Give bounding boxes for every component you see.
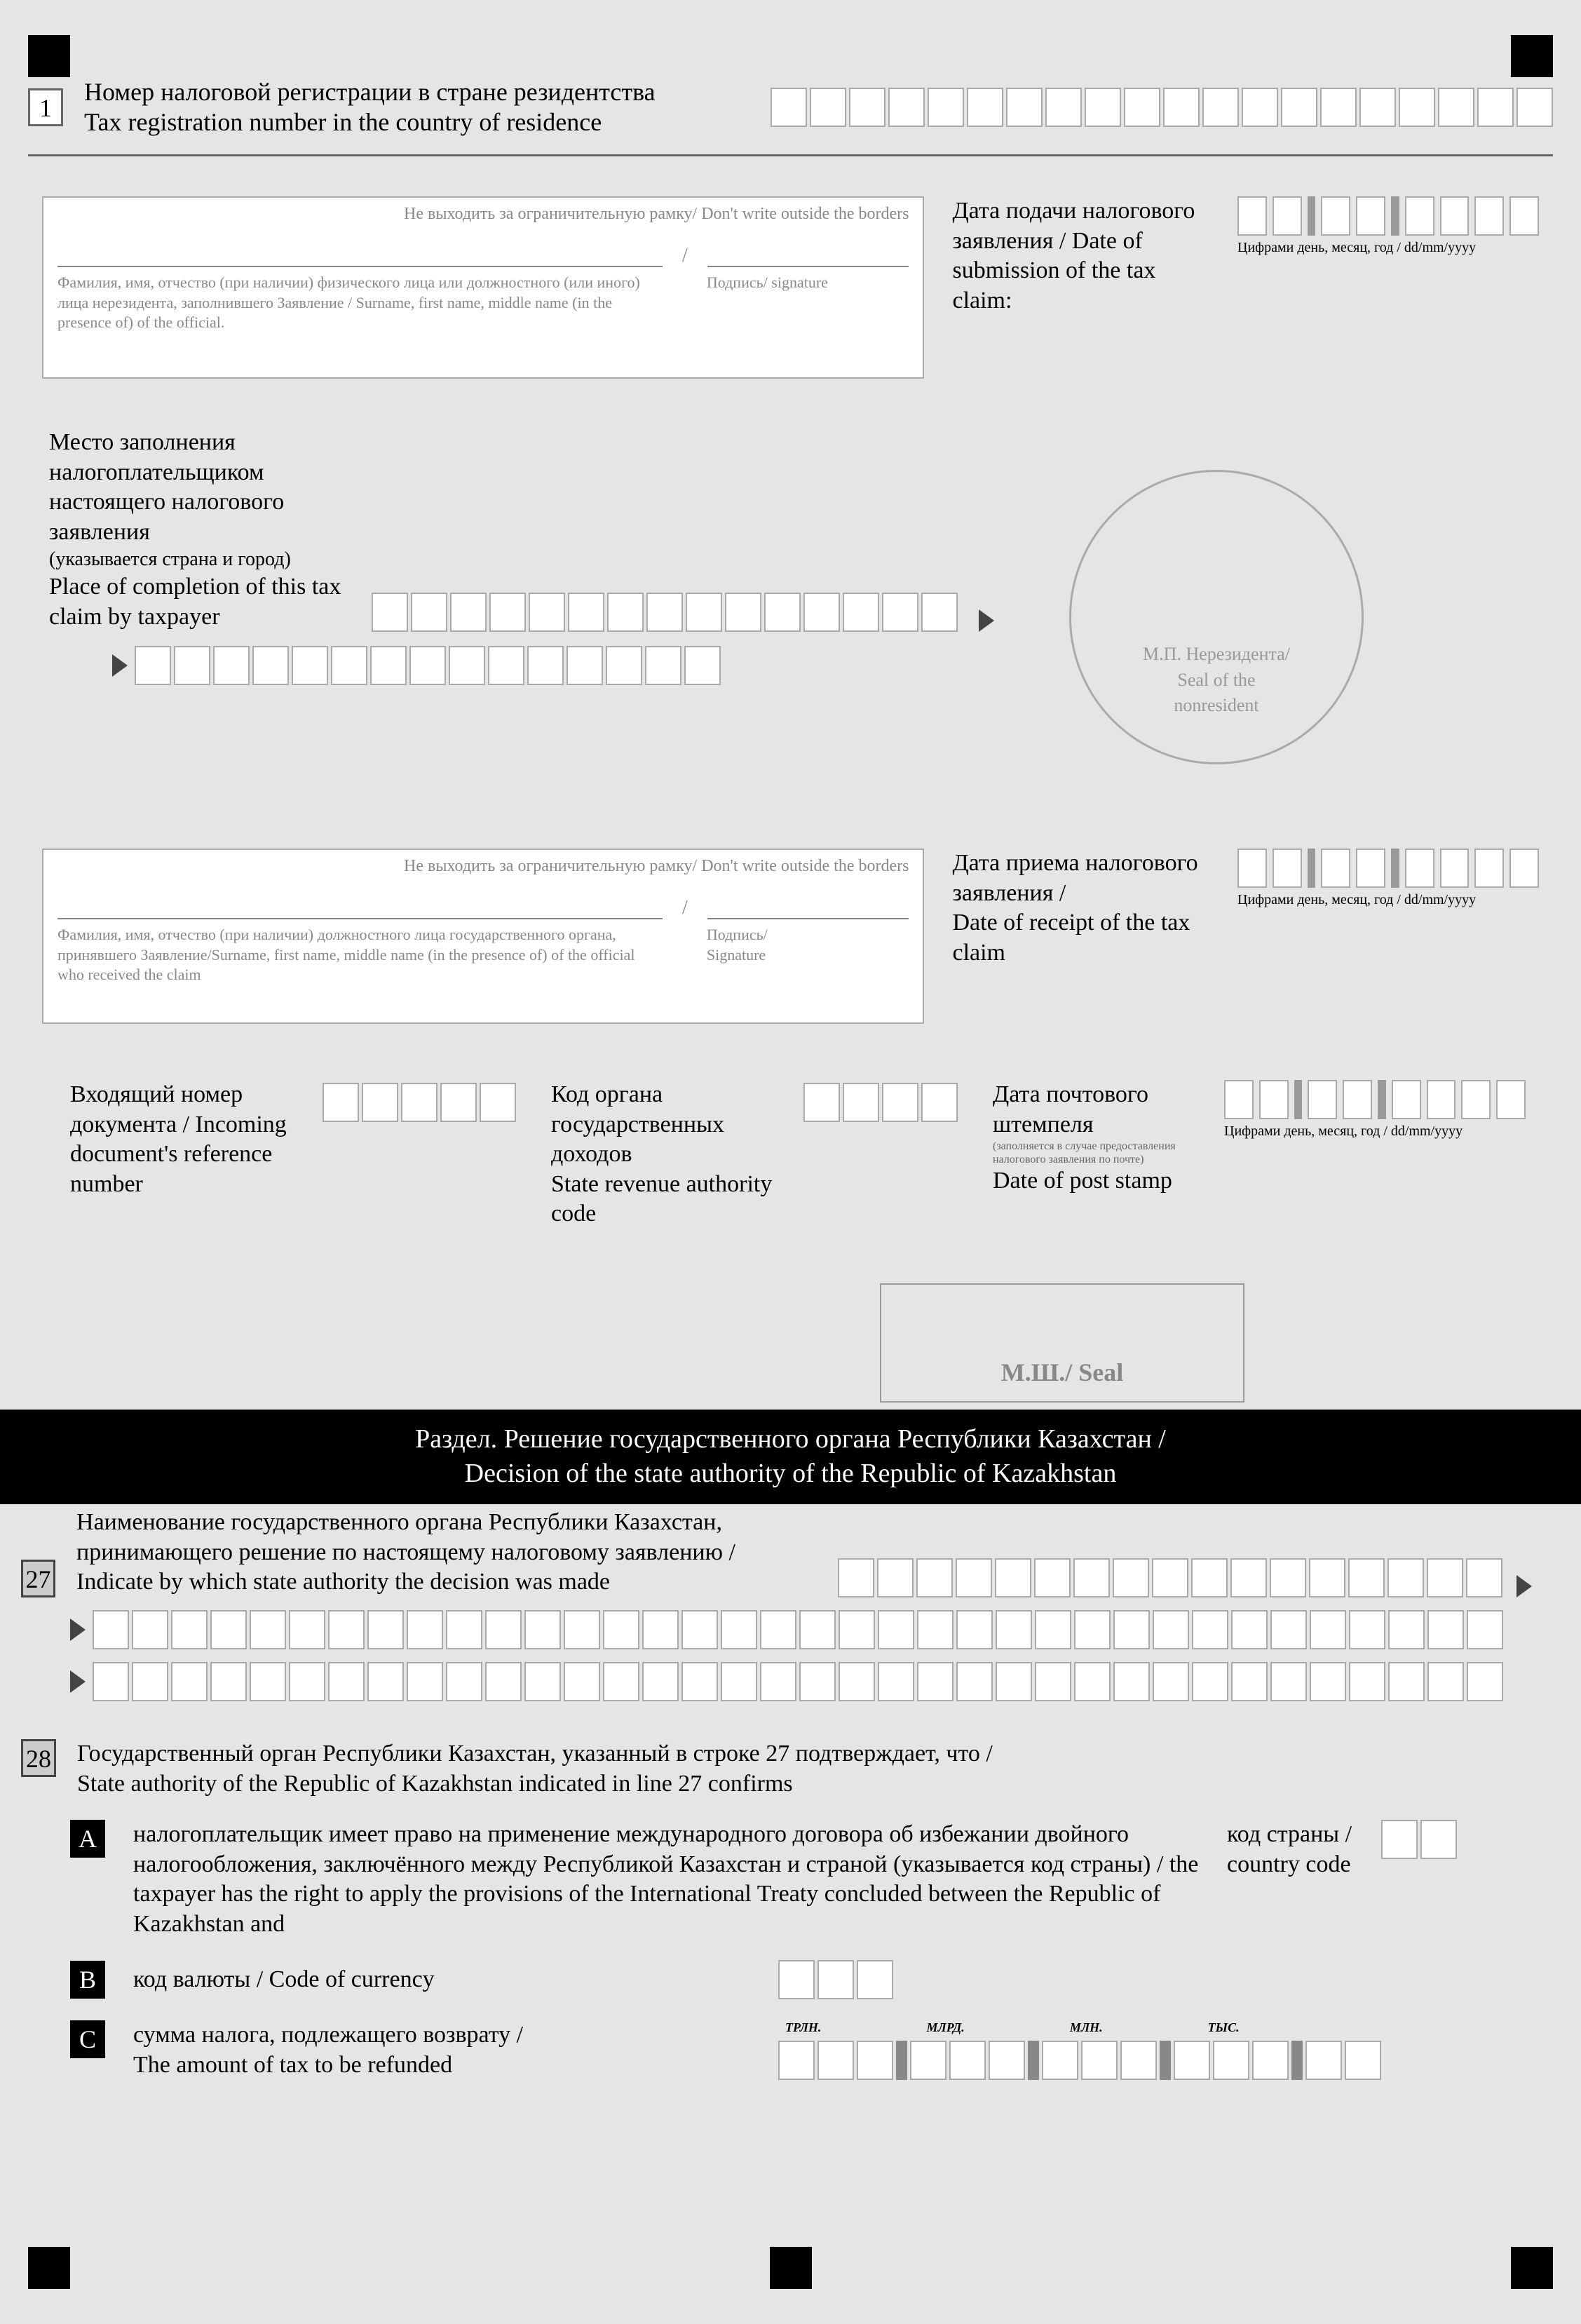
crop-mark-bottom-center xyxy=(770,2247,812,2289)
post-stamp-label-block: Дата почтового штемпеля (заполняется в с… xyxy=(993,1080,1203,1196)
submission-date-cells[interactable] xyxy=(1237,196,1539,236)
divider-line xyxy=(28,154,1553,156)
tax-reg-number-cells[interactable] xyxy=(771,88,1553,127)
row-1-label-ru: Номер налоговой регистрации в стране рез… xyxy=(84,77,656,107)
crop-mark-top-left xyxy=(28,35,70,77)
arrow-right-icon xyxy=(979,609,994,632)
post-stamp-label-ru: Дата почтового штемпеля xyxy=(993,1080,1203,1140)
receipt-date-caption: Цифрами день, месяц, год / dd/mm/yyyy xyxy=(1237,892,1539,908)
authority-code-cells[interactable] xyxy=(803,1083,958,1122)
row-1: 1 Номер налоговой регистрации в стране р… xyxy=(28,77,1553,137)
letter-box-b: B xyxy=(70,1961,105,1999)
border-warning-2: Не выходить за ограничительную рамку/ Do… xyxy=(57,857,909,876)
section-number-1: 1 xyxy=(28,88,63,126)
row-1-label-en: Tax registration number in the country o… xyxy=(84,107,656,137)
letter-box-c: C xyxy=(70,2020,105,2058)
place-label-note: (указывается страна и город) xyxy=(49,547,358,572)
row27-cells-line1[interactable] xyxy=(838,1558,1502,1597)
place-cells-line2[interactable] xyxy=(135,646,721,685)
unit-tys: ТЫС. xyxy=(1208,2020,1240,2035)
signature-box-applicant[interactable]: Не выходить за ограничительную рамку/ Do… xyxy=(42,196,924,379)
country-code-cells[interactable] xyxy=(1381,1820,1457,1859)
crop-mark-bottom-right xyxy=(1511,2247,1553,2289)
page-container: 1 Номер налоговой регистрации в стране р… xyxy=(0,0,1581,2324)
sig2-caption-signature: Подпись/ Signature xyxy=(707,925,909,985)
row-1-label: Номер налоговой регистрации в стране рез… xyxy=(84,77,656,137)
sig2-caption-name: Фамилия, имя, отчество (при наличии) дол… xyxy=(57,925,665,985)
receipt-date-label: Дата приема налогового заявления / Date … xyxy=(952,849,1209,968)
place-label-ru: Место заполнения налогоплательщиком наст… xyxy=(49,428,358,547)
refund-amount-cells[interactable] xyxy=(778,2041,1381,2080)
post-stamp-note: (заполняется в случае предоставления нал… xyxy=(993,1140,1203,1166)
place-cells-line1[interactable] xyxy=(372,593,958,632)
authority-code-label: Код органа государственных доходов State… xyxy=(551,1080,782,1229)
place-label-en: Place of completion of this tax claim by… xyxy=(49,572,358,632)
unit-mln: МЛН. xyxy=(1070,2020,1103,2035)
post-stamp-date-cells[interactable] xyxy=(1224,1080,1526,1119)
crop-mark-top-right xyxy=(1511,35,1553,77)
seal-circle-nonresident: М.П. Нерезидента/ Seal of the nonresiden… xyxy=(1069,470,1364,764)
currency-code-cells[interactable] xyxy=(778,1960,893,1999)
arrow-right-icon xyxy=(112,654,128,677)
unit-mlrd: МЛРД. xyxy=(926,2020,964,2035)
incoming-number-label: Входящий номер документа / Incoming docu… xyxy=(70,1080,301,1199)
sig1-caption-name: Фамилия, имя, отчество (при наличии) физ… xyxy=(57,273,665,333)
row27-cells-line2[interactable] xyxy=(93,1610,1503,1649)
row-28-label: Государственный орган Республики Казахст… xyxy=(77,1739,993,1799)
section-header-decision: Раздел. Решение государственного органа … xyxy=(0,1410,1581,1504)
place-label: Место заполнения налогоплательщиком наст… xyxy=(49,428,358,632)
section-number-27: 27 xyxy=(21,1560,55,1597)
receipt-date-cells[interactable] xyxy=(1237,849,1539,888)
signature-box-official[interactable]: Не выходить за ограничительную рамку/ Do… xyxy=(42,849,924,1024)
crop-mark-bottom-left xyxy=(28,2247,70,2289)
arrow-right-icon xyxy=(70,1619,86,1641)
submission-date-label: Дата подачи налогового заявления / Date … xyxy=(952,196,1209,316)
post-stamp-caption: Цифрами день, месяц, год / dd/mm/yyyy xyxy=(1224,1123,1526,1140)
section-number-28: 28 xyxy=(21,1739,56,1777)
post-stamp-label-en: Date of post stamp xyxy=(993,1166,1203,1196)
sig1-caption-signature: Подпись/ signature xyxy=(707,273,909,333)
row-28a-text: налогоплательщик имеет право на применен… xyxy=(133,1820,1213,1939)
row-27-label: Наименование государственного органа Рес… xyxy=(76,1508,831,1597)
submission-date-caption: Цифрами день, месяц, год / dd/mm/yyyy xyxy=(1237,240,1539,256)
letter-box-a: A xyxy=(70,1820,105,1858)
arrow-right-icon xyxy=(70,1670,86,1693)
unit-trln: ТРЛН. xyxy=(785,2020,821,2035)
row27-cells-line3[interactable] xyxy=(93,1662,1503,1701)
country-code-label: код страны / country code xyxy=(1227,1820,1367,1879)
incoming-number-cells[interactable] xyxy=(323,1083,516,1122)
row-28c-text: сумма налога, подлежащего возврату / The… xyxy=(133,2020,764,2080)
row-28b-text: код валюты / Code of currency xyxy=(133,1965,764,1995)
seal-rectangle: М.Ш./ Seal xyxy=(880,1283,1244,1403)
arrow-right-icon xyxy=(1516,1575,1532,1597)
border-warning-1: Не выходить за ограничительную рамку/ Do… xyxy=(57,205,909,224)
